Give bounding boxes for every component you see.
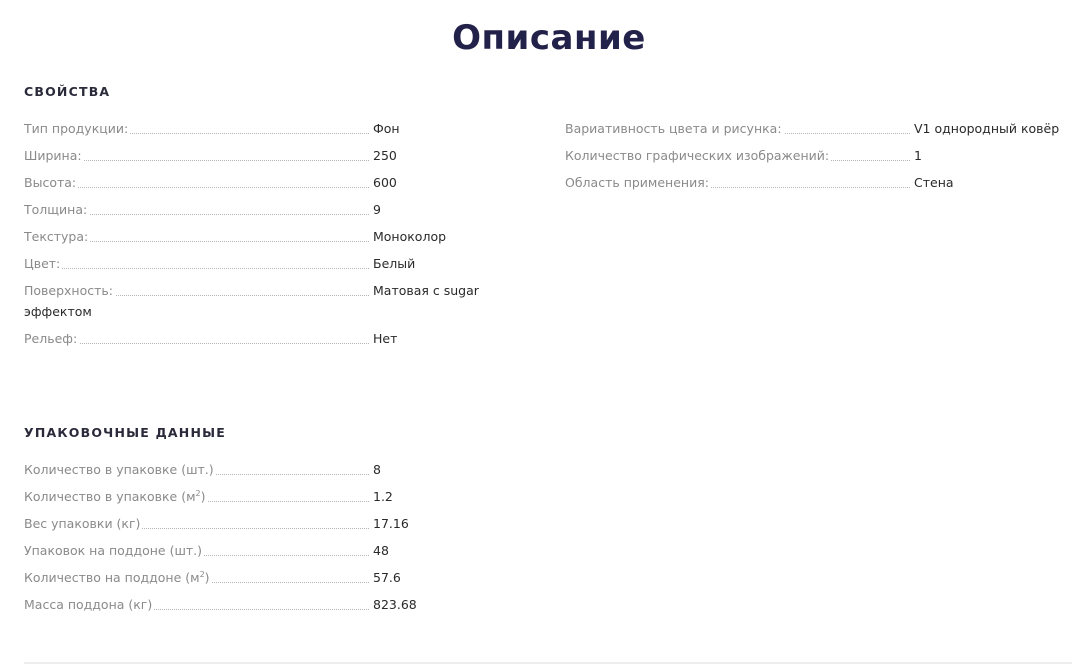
- spec-label: Цвет:: [24, 255, 63, 273]
- spec-value: 9: [373, 202, 381, 217]
- spec-row: Тип продукции: Фон: [24, 120, 544, 147]
- spec-value: Стена: [914, 175, 954, 190]
- spec-value: 17.16: [373, 516, 409, 531]
- spec-row: Вариативность цвета и рисунка: V1 одноро…: [565, 120, 1065, 147]
- spec-row: Вес упаковки (кг) 17.16: [24, 515, 544, 542]
- spec-row: Количество в упаковке (м2) 1.2: [24, 488, 544, 515]
- spec-row: Цвет: Белый: [24, 255, 544, 282]
- spec-value: Нет: [373, 331, 398, 346]
- properties-list-right: Вариативность цвета и рисунка: V1 одноро…: [565, 120, 1065, 201]
- spec-label: Упаковок на поддоне (шт.): [24, 542, 205, 560]
- section-title-packaging: упаковочные данные: [24, 425, 226, 440]
- spec-value: 1.2: [373, 489, 393, 504]
- spec-row: Поверхность: Матовая с sugar эффектом: [24, 282, 544, 330]
- spec-row: Высота: 600: [24, 174, 544, 201]
- section-title-properties: свойства: [24, 84, 111, 99]
- packaging-list: Количество в упаковке (шт.) 8 Количество…: [24, 461, 544, 623]
- spec-label: Масса поддона (кг): [24, 596, 155, 614]
- spec-value: Матовая с sugar: [373, 283, 479, 298]
- spec-value: Моноколор: [373, 229, 447, 244]
- spec-row: Толщина: 9: [24, 201, 544, 228]
- page-title: Описание: [452, 18, 646, 58]
- spec-label: Толщина:: [24, 201, 90, 219]
- spec-label: Текстура:: [24, 228, 91, 246]
- spec-value: 1: [914, 148, 922, 163]
- spec-row: Количество на поддоне (м2) 57.6: [24, 569, 544, 596]
- spec-row: Текстура: Моноколор: [24, 228, 544, 255]
- dotted-leader: [24, 268, 369, 269]
- section-divider: [24, 662, 1072, 664]
- spec-label-end: ): [200, 489, 206, 504]
- spec-label: Вес упаковки (кг): [24, 515, 143, 533]
- spec-label: Поверхность:: [24, 282, 115, 300]
- spec-label: Высота:: [24, 174, 79, 192]
- spec-row: Количество графических изображений: 1: [565, 147, 1065, 174]
- spec-value: Белый: [373, 256, 416, 271]
- spec-label: Количество графических изображений:: [565, 147, 832, 165]
- properties-list-left: Тип продукции: Фон Ширина: 250 Высота: 6…: [24, 120, 544, 357]
- spec-label: Область применения:: [565, 174, 711, 192]
- spec-label: Тип продукции:: [24, 120, 131, 138]
- spec-value: 57.6: [373, 570, 401, 585]
- spec-value: Фон: [373, 121, 400, 136]
- spec-label-end: ): [204, 570, 210, 585]
- spec-row: Количество в упаковке (шт.) 8: [24, 461, 544, 488]
- spec-row: Упаковок на поддоне (шт.) 48: [24, 542, 544, 569]
- spec-row: Масса поддона (кг) 823.68: [24, 596, 544, 623]
- spec-label-text: Количество на поддоне (м: [24, 570, 200, 585]
- spec-value: V1 однородный ковёр: [914, 121, 1060, 136]
- spec-label: Количество на поддоне (м2): [24, 569, 212, 587]
- spec-row: Рельеф: Нет: [24, 330, 544, 357]
- spec-label: Рельеф:: [24, 330, 80, 348]
- spec-value: 823.68: [373, 597, 417, 612]
- spec-label: Количество в упаковке (шт.): [24, 461, 216, 479]
- spec-label: Ширина:: [24, 147, 84, 165]
- spec-value-continued: эффектом: [24, 304, 92, 319]
- spec-row: Область применения: Стена: [565, 174, 1065, 201]
- spec-label: Вариативность цвета и рисунка:: [565, 120, 784, 138]
- spec-value: 250: [373, 148, 397, 163]
- spec-value: 48: [373, 543, 389, 558]
- spec-value: 600: [373, 175, 397, 190]
- spec-value: 8: [373, 462, 381, 477]
- spec-label: Количество в упаковке (м2): [24, 488, 208, 506]
- spec-label-text: Количество в упаковке (м: [24, 489, 196, 504]
- spec-row: Ширина: 250: [24, 147, 544, 174]
